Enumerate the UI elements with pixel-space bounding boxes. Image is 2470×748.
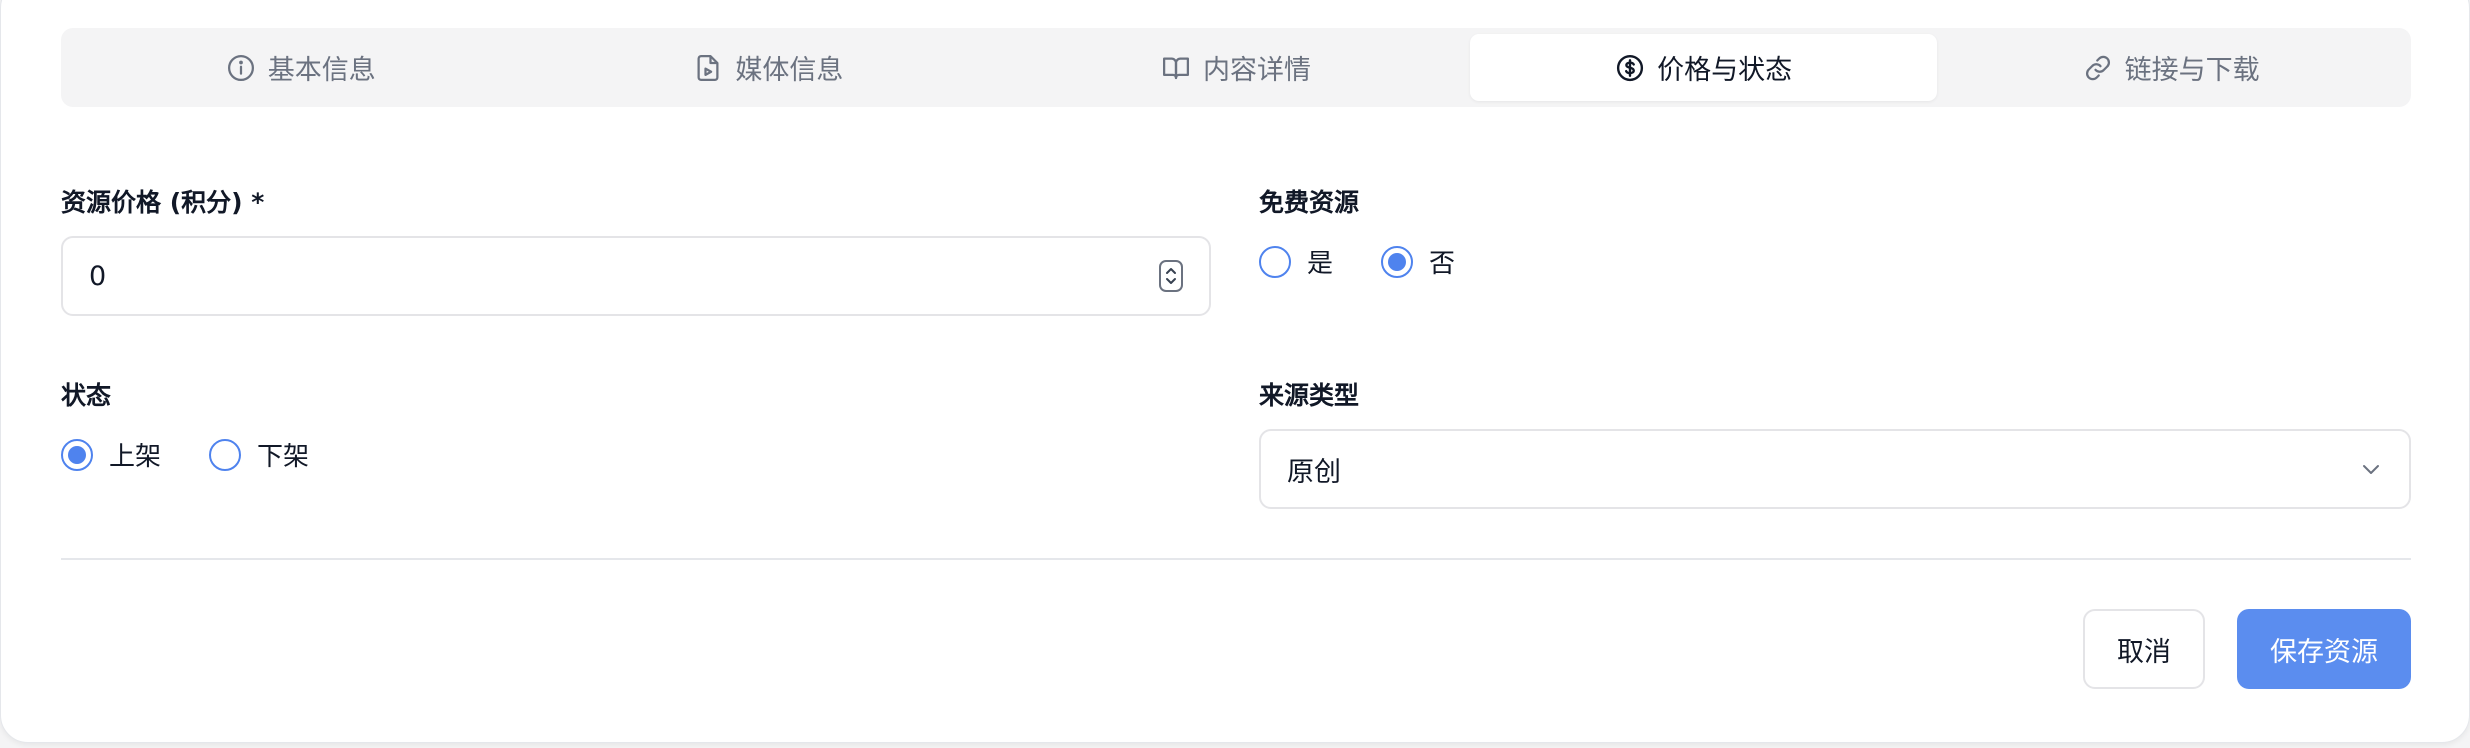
tab-label: 内容详情	[1202, 55, 1311, 86]
source-type-label: 来源类型	[1259, 381, 1360, 410]
save-resource-button[interactable]: 保存资源	[2237, 609, 2411, 689]
price-label: 资源价格 (积分) *	[61, 188, 265, 217]
price-input[interactable]: 0	[61, 236, 1211, 316]
tab-content-details[interactable]: 内容详情	[1002, 34, 1470, 101]
book-open-icon	[1162, 57, 1189, 79]
radio-label: 上架	[109, 442, 162, 472]
form-card: 基本信息 媒体信息 内容详情 价格与状态 链接与下载 资源价格 (积分) * 0…	[0, 0, 2470, 743]
tab-label: 媒体信息	[735, 55, 844, 86]
number-stepper[interactable]	[1159, 260, 1183, 292]
chevron-down-icon	[2363, 465, 2379, 474]
cancel-button[interactable]: 取消	[2083, 609, 2205, 689]
radio-label: 下架	[257, 442, 310, 472]
chevron-up-icon	[1166, 268, 1176, 274]
status-radio-group: 上架 下架	[61, 436, 357, 473]
tab-media-info[interactable]: 媒体信息	[535, 34, 1003, 101]
radio-unchecked[interactable]	[209, 438, 242, 471]
source-type-select[interactable]: 原创	[1259, 429, 2411, 509]
free-option-yes[interactable]: 是	[1259, 243, 1333, 280]
status-option-listed[interactable]: 上架	[61, 436, 161, 473]
free-resource-label: 免费资源	[1259, 188, 1360, 217]
file-video-icon	[697, 54, 719, 81]
chevron-down-icon	[1166, 278, 1176, 284]
tab-basic-info[interactable]: 基本信息	[67, 34, 535, 101]
dollar-circle-icon	[1617, 54, 1644, 81]
tab-label: 基本信息	[267, 55, 376, 86]
free-resource-radio-group: 是 否	[1259, 243, 1503, 280]
radio-label: 是	[1307, 249, 1334, 279]
source-type-value: 原创	[1287, 456, 1341, 488]
free-option-no[interactable]: 否	[1381, 243, 1455, 280]
link-icon	[2085, 55, 2110, 80]
radio-checked[interactable]	[61, 438, 93, 471]
status-label: 状态	[61, 381, 112, 410]
status-option-unlisted[interactable]: 下架	[209, 436, 309, 473]
tab-label: 价格与状态	[1657, 55, 1793, 86]
radio-unchecked[interactable]	[1259, 245, 1291, 278]
info-icon	[227, 54, 254, 81]
tab-links-download[interactable]: 链接与下载	[1937, 34, 2405, 101]
radio-label: 否	[1429, 249, 1456, 279]
tab-label: 链接与下载	[2124, 55, 2260, 86]
divider	[61, 558, 2411, 560]
tab-price-status[interactable]: 价格与状态	[1469, 34, 1938, 101]
tab-bar: 基本信息 媒体信息 内容详情 价格与状态 链接与下载	[61, 28, 2411, 107]
price-value: 0	[89, 260, 107, 292]
radio-checked[interactable]	[1381, 245, 1414, 278]
